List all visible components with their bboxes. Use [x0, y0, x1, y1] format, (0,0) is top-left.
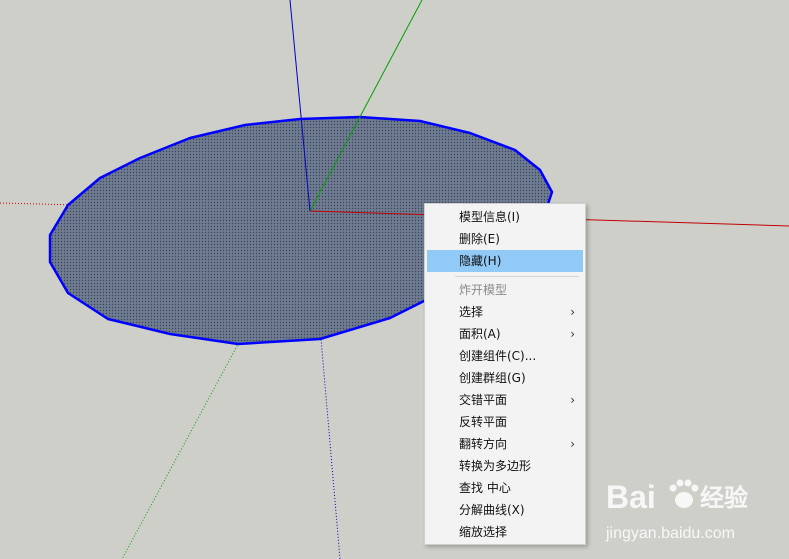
paw-icon [669, 479, 699, 508]
menu-item-create-component[interactable]: 创建组件(C)... [427, 345, 583, 367]
baidu-jingyan-watermark: Bai 经验 jingyan.baidu.com [605, 479, 748, 542]
menu-item-label: 交错平面 [459, 393, 508, 407]
menu-item-label: 删除(E) [459, 232, 500, 246]
menu-item-label: 查找 中心 [459, 481, 511, 495]
submenu-arrow-icon: › [570, 305, 575, 319]
menu-item-zoom-selection[interactable]: 缩放选择 [427, 521, 583, 543]
menu-item-find-center[interactable]: 查找 中心 [427, 477, 583, 499]
submenu-arrow-icon: › [570, 437, 575, 451]
menu-item-label: 分解曲线(X) [459, 503, 525, 517]
menu-item-flip-along[interactable]: 翻转方向 › [427, 433, 583, 455]
menu-item-convert-to-polygon[interactable]: 转换为多边形 [427, 455, 583, 477]
menu-item-label: 缩放选择 [459, 525, 508, 539]
menu-item-explode-curve[interactable]: 分解曲线(X) [427, 499, 583, 521]
menu-item-label: 面积(A) [459, 327, 501, 341]
menu-item-intersect-faces[interactable]: 交错平面 › [427, 389, 583, 411]
watermark-url: jingyan.baidu.com [605, 525, 735, 542]
menu-item-label: 反转平面 [459, 415, 508, 429]
menu-item-select[interactable]: 选择 › [427, 301, 583, 323]
menu-item-label: 选择 [459, 305, 484, 319]
menu-item-label: 隐藏(H) [459, 254, 502, 268]
menu-item-label: 创建群组(G) [459, 371, 526, 385]
menu-item-label: 创建组件(C)... [459, 349, 537, 363]
menu-item-model-info[interactable]: 模型信息(I) [427, 206, 583, 228]
menu-item-hide[interactable]: 隐藏(H) [427, 250, 583, 272]
menu-item-label: 模型信息(I) [459, 210, 520, 224]
menu-item-explode-model: 炸开模型 [427, 279, 583, 301]
menu-item-label: 翻转方向 [459, 437, 508, 451]
menu-item-create-group[interactable]: 创建群组(G) [427, 367, 583, 389]
menu-item-delete[interactable]: 删除(E) [427, 228, 583, 250]
submenu-arrow-icon: › [570, 327, 575, 341]
menu-item-label: 转换为多边形 [459, 459, 532, 473]
watermark-brand-left: Bai [606, 479, 656, 515]
menu-item-label: 炸开模型 [459, 283, 508, 297]
context-menu: 模型信息(I) 删除(E) 隐藏(H) 炸开模型 选择 › 面积(A) › 创建组件… [424, 203, 586, 545]
menu-separator [455, 276, 579, 277]
menu-item-reverse-faces[interactable]: 反转平面 [427, 411, 583, 433]
submenu-arrow-icon: › [570, 393, 575, 407]
watermark-brand-right: 经验 [700, 484, 748, 512]
menu-item-area[interactable]: 面积(A) › [427, 323, 583, 345]
